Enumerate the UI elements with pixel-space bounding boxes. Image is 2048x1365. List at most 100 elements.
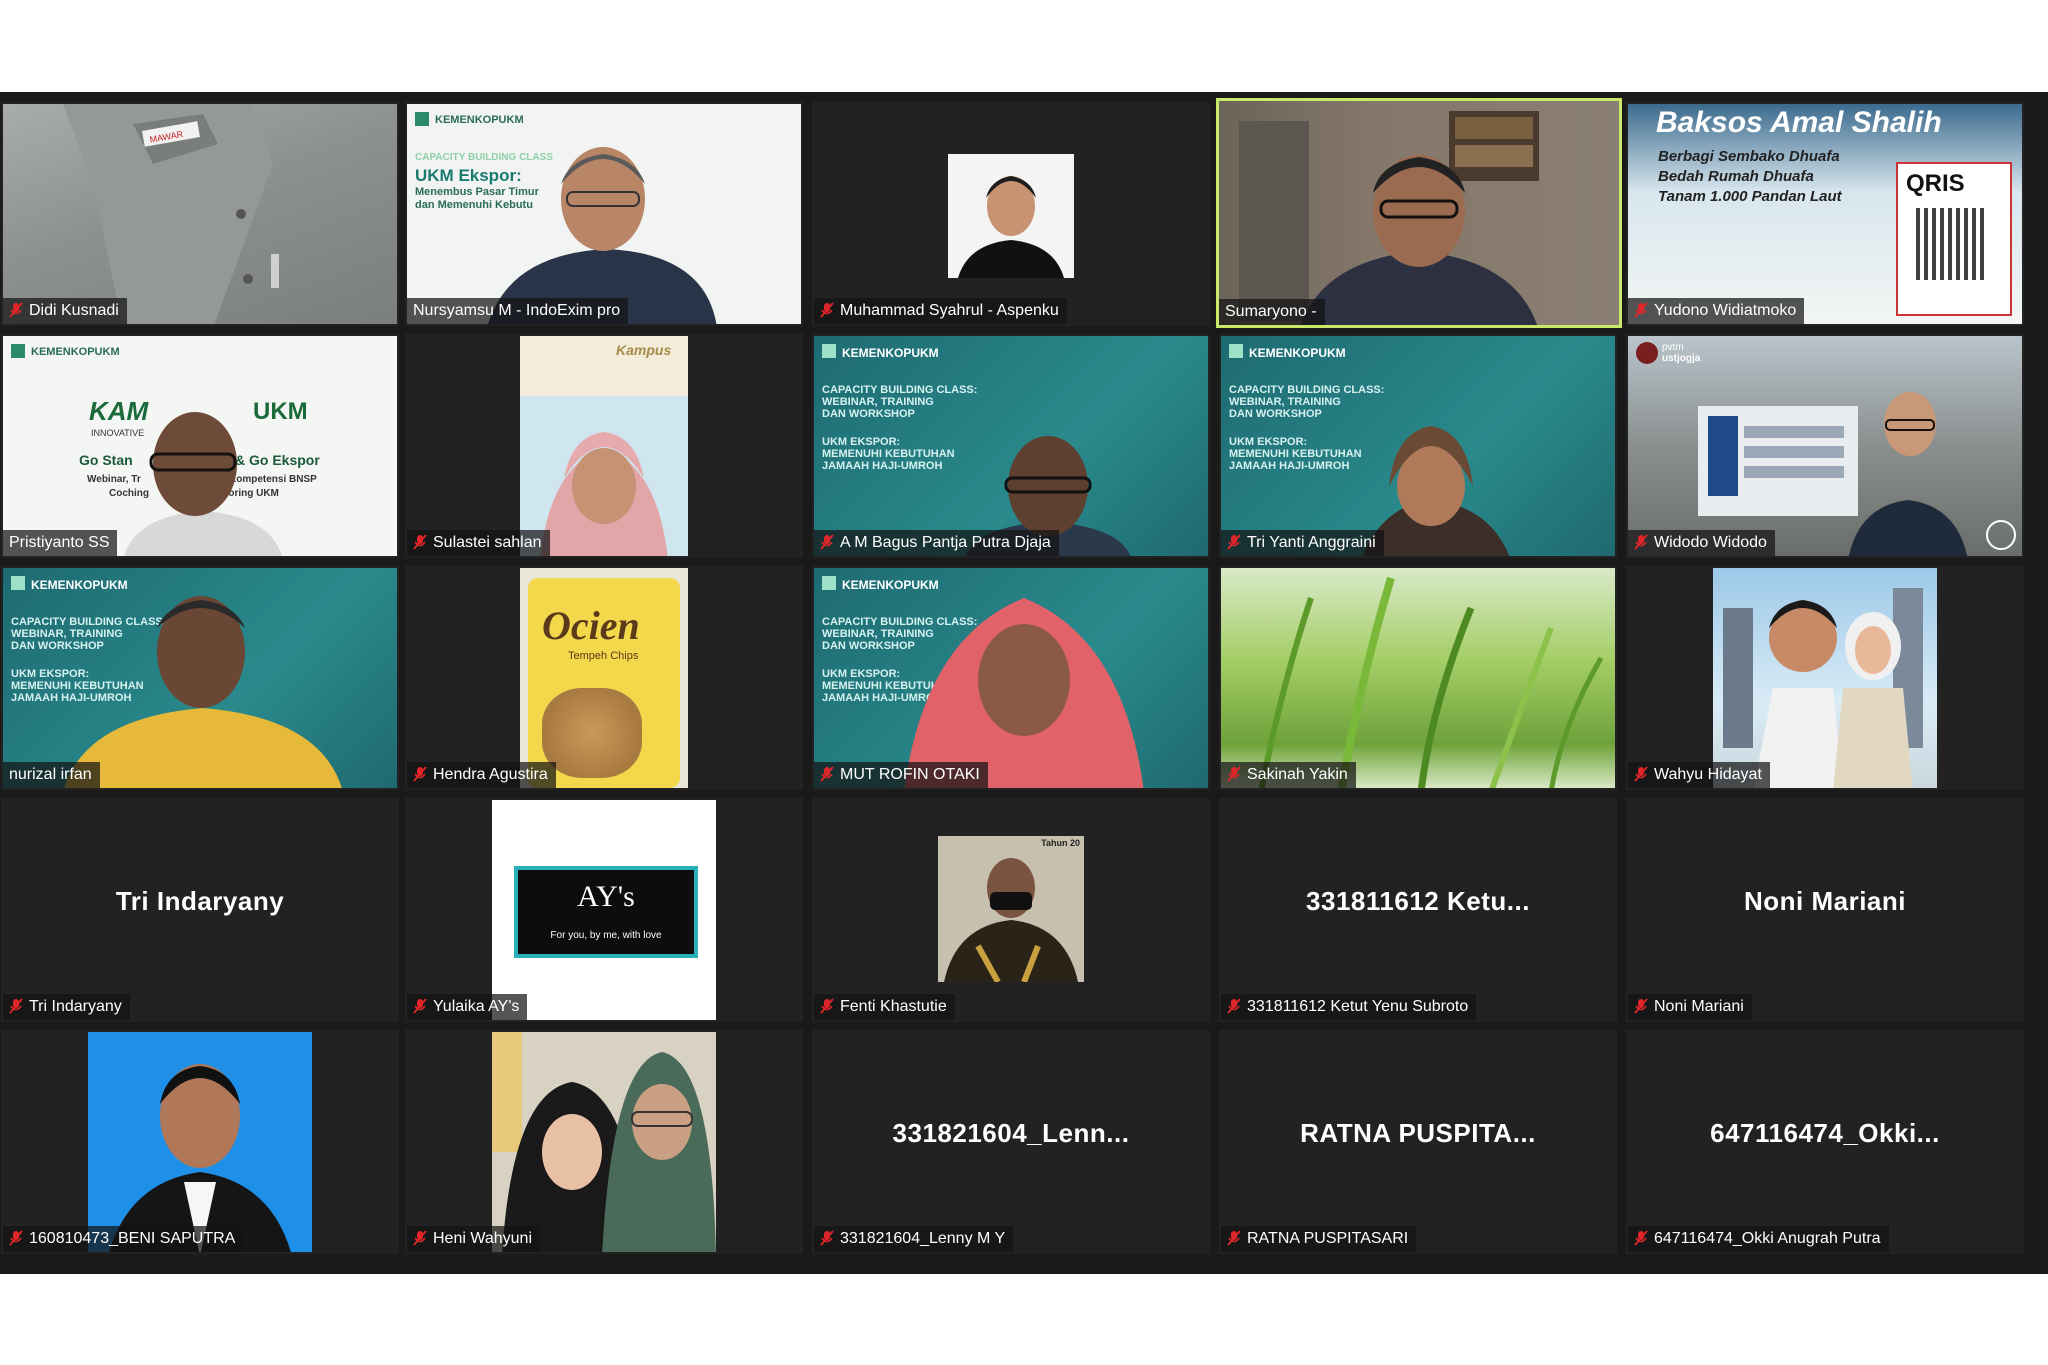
speaker-figure [1362,426,1510,556]
video-feed: MAWAR [3,104,397,324]
speaker-figure [124,412,282,556]
video-feed [407,1032,801,1252]
banner-title: Baksos Amal Shalih [1656,106,1942,139]
video-tile[interactable]: KEMENKOPUKM CAPACITY BUILDING CLASS: WEB… [1,566,399,790]
mic-muted-icon [1634,302,1648,318]
banner-line: Berbagi Sembako Dhuafa [1658,148,1840,165]
participant-name-tag: A M Bagus Pantja Putra Djaja [814,530,1059,556]
participant-name-tag: Sakinah Yakin [1221,762,1356,788]
mic-muted-icon [413,1230,427,1246]
profile-photo: AY's For you, by me, with love [492,800,716,1020]
video-tile[interactable]: KEMENKOPUKM CAPACITY BUILDING CLASS UKM … [405,102,803,326]
video-feed [1221,568,1615,788]
mic-muted-icon [9,998,23,1014]
shirt-image: MAWAR [63,104,279,324]
speaker-figure [488,147,717,324]
participant-name-tag: Yudono Widiatmoko [1628,298,1805,324]
video-tile[interactable]: Muhammad Syahrul - Aspenku [812,102,1210,326]
participant-name: Noni Mariani [1654,998,1744,1015]
video-tile[interactable]: Kampus Sulastei sahlan [405,334,803,558]
mic-muted-icon [9,1230,23,1246]
video-feed [814,104,1208,324]
video-feed: KEMENKOPUKM CAPACITY BUILDING CLASS UKM … [407,104,801,324]
qr-card: QRIS [1896,162,2012,316]
qris-logo: QRIS [1906,170,1965,197]
participant-display-name: 331821604_Lenn... [892,1118,1130,1148]
video-tile[interactable]: Tahun 20 Fenti Khastutie [812,798,1210,1022]
participant-name: RATNA PUSPITASARI [1247,1230,1409,1247]
participant-name-tag: Muhammad Syahrul - Aspenku [814,298,1067,324]
person-avatar [944,858,1078,984]
participant-name: 331811612 Ketut Yenu Subroto [1247,998,1469,1015]
participant-display-name: 331811612 Ketu... [1306,886,1530,916]
mic-muted-icon [413,766,427,782]
speaker-figure [1239,111,1539,325]
video-tile[interactable]: AY's For you, by me, with love Yulaika A… [405,798,803,1022]
video-feed: KEMENKOPUKM CAPACITY BUILDING CLASS: WEB… [814,336,1208,556]
mic-muted-icon [1634,1230,1648,1246]
globe-icon [1986,520,2016,550]
profile-photo [948,154,1074,278]
video-tile[interactable]: Heni Wahyuni [405,1030,803,1254]
video-tile[interactable]: KEMENKOPUKM KAM UKM INNOVATIVE Go Stan &… [1,334,399,558]
video-feed: Kampus [407,336,801,556]
poster-text: Kampus [616,342,672,358]
video-feed [1219,101,1619,325]
mic-muted-icon [413,998,427,1014]
video-tile[interactable]: KEMENKOPUKM CAPACITY BUILDING CLASS: WEB… [1219,334,1617,558]
participant-name: Fenti Khastutie [840,998,947,1015]
video-tile[interactable]: Tri Indaryany Tri Indaryany [1,798,399,1022]
mic-muted-icon [9,302,23,318]
logo-subtext: For you, by me, with love [550,930,662,941]
video-tile[interactable]: 160810473_BENI SAPUTRA [1,1030,399,1254]
participant-name-tag: Noni Mariani [1628,994,1752,1020]
participant-name-tag: Tri Yanti Anggraini [1221,530,1384,556]
video-feed [1628,568,2022,788]
video-tile[interactable]: KEMENKOPUKM CAPACITY BUILDING CLASS: WEB… [812,334,1210,558]
video-tile[interactable]: Baksos Amal Shalih Berbagi Sembako Dhuaf… [1626,102,2024,326]
participant-name-tag: MUT ROFIN OTAKI [814,762,988,788]
participant-name: Tri Yanti Anggraini [1247,534,1376,551]
mic-muted-icon [1227,534,1241,550]
video-tile-active-speaker[interactable]: Sumaryono - [1216,98,1622,328]
video-feed: Baksos Amal Shalih Berbagi Sembako Dhuaf… [1628,104,2022,324]
video-feed: KEMENKOPUKM CAPACITY BUILDING CLASS: WEB… [814,568,1208,788]
video-tile[interactable]: 647116474_Okki... 647116474_Okki Anugrah… [1626,1030,2024,1254]
participant-display-name: Noni Mariani [1743,886,1906,916]
video-tile[interactable]: Ocien Tempeh Chips Hendra Agustira [405,566,803,790]
participant-name: Heni Wahyuni [433,1230,533,1247]
two-people-photo [492,1032,716,1252]
participant-name-tag: 160810473_BENI SAPUTRA [3,1226,244,1252]
participant-name-tag: Tri Indaryany [3,994,130,1020]
participant-name: Muhammad Syahrul - Aspenku [840,302,1059,319]
participant-name: Widodo Widodo [1654,534,1767,551]
mic-muted-icon [820,998,834,1014]
video-tile[interactable]: 331821604_Lenn... 331821604_Lenny M Y [812,1030,1210,1254]
participant-name-tag: Didi Kusnadi [3,298,127,324]
participant-name-tag: Sulastei sahlan [407,530,550,556]
video-tile[interactable]: RATNA PUSPITA... RATNA PUSPITASARI [1219,1030,1617,1254]
mic-muted-icon [1227,1230,1241,1246]
participant-name-tag: Pristiyanto SS [3,530,118,556]
video-tile[interactable]: pvtm ustjogja Widodo Widodo [1626,334,2024,558]
participant-name: Yudono Widiatmoko [1654,302,1797,319]
mic-muted-icon [820,766,834,782]
profile-photo [492,1032,716,1252]
video-tile[interactable]: KEMENKOPUKM CAPACITY BUILDING CLASS: WEB… [812,566,1210,790]
video-feed: pvtm ustjogja [1628,336,2022,556]
mic-muted-icon [1227,998,1241,1014]
video-tile[interactable]: MAWAR Didi Kusnadi [1,102,399,326]
video-tile[interactable]: Sakinah Yakin [1219,566,1617,790]
profile-photo [88,1032,312,1252]
participant-name-tag: RATNA PUSPITASARI [1221,1226,1417,1252]
speaker-figure [965,436,1131,556]
campus-building [1698,392,1968,556]
participant-name-tag: nurizal irfan [3,762,100,788]
logo-text: AY's [577,880,635,913]
video-tile[interactable]: Noni Mariani Noni Mariani [1626,798,2024,1022]
video-tile[interactable]: Wahyu Hidayat [1626,566,2024,790]
speaker-figure [904,598,1144,788]
person-avatar [958,176,1064,278]
video-tile[interactable]: 331811612 Ketu... 331811612 Ketut Yenu S… [1219,798,1617,1022]
ays-logo: AY's For you, by me, with love [514,866,698,958]
